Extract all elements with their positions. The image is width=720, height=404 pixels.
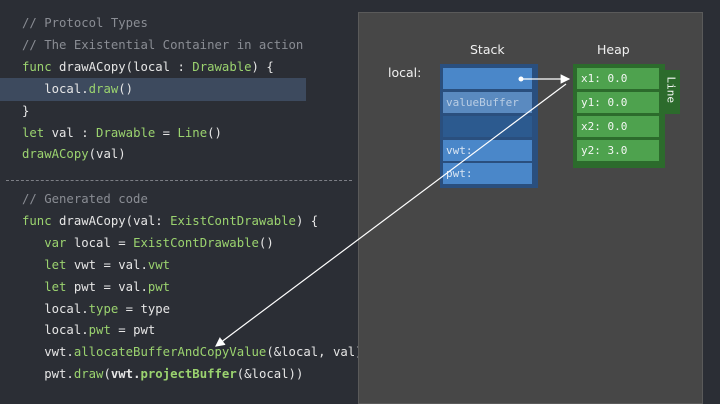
- pointer-arrows: [215, 74, 571, 347]
- allocate-call-arrow: [215, 83, 567, 347]
